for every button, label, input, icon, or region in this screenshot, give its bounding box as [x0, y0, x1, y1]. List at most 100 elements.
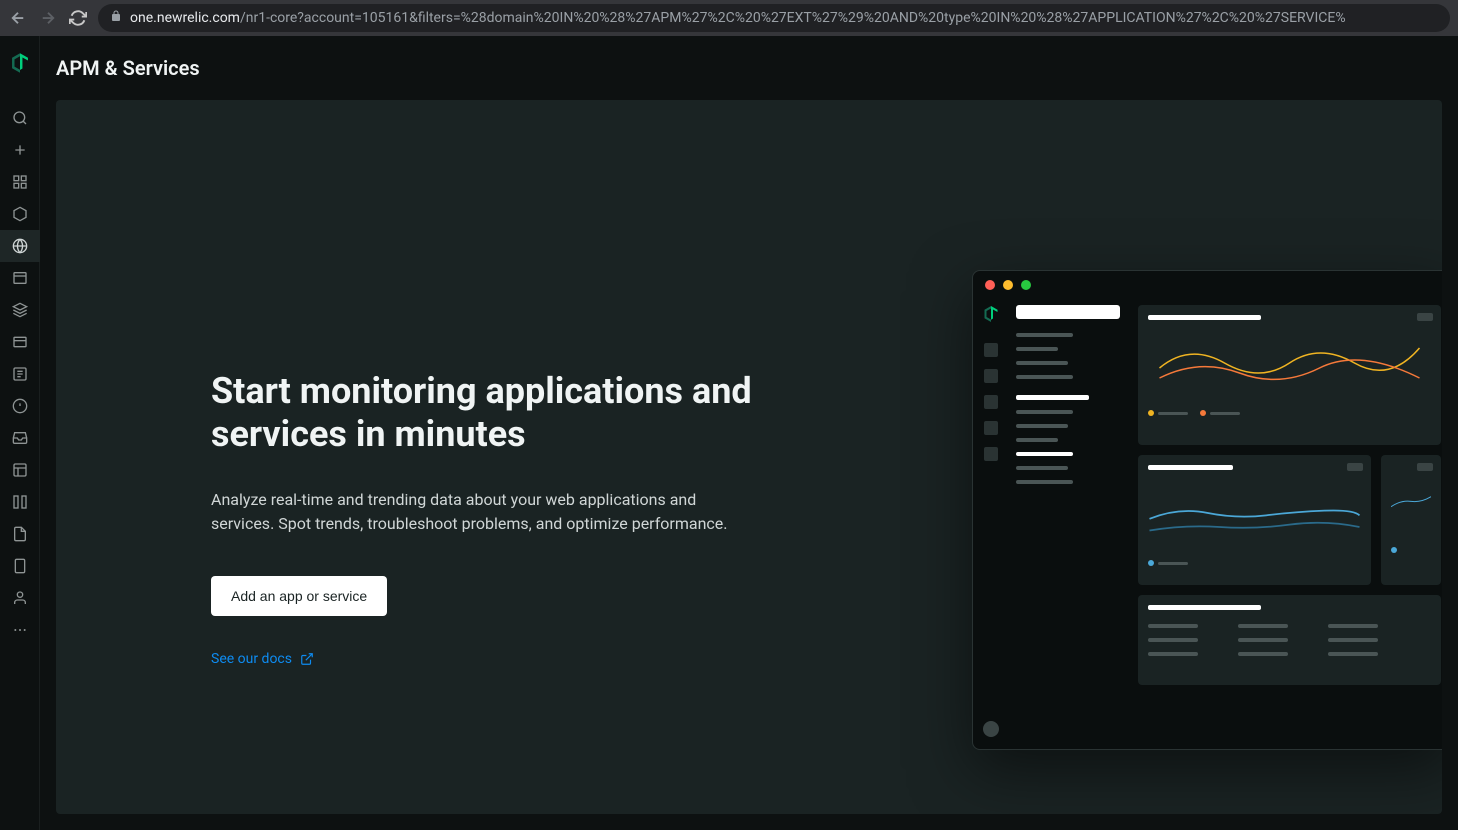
hero-section: Start monitoring applications and servic…: [56, 100, 756, 814]
mockup-data-cell: [1148, 638, 1198, 642]
mockup-data-cell: [1328, 624, 1378, 628]
traffic-light-green: [1021, 280, 1031, 290]
mockup-avatar: [983, 721, 999, 737]
reload-button[interactable]: [68, 8, 88, 28]
external-link-icon: [300, 652, 314, 666]
back-button[interactable]: [8, 8, 28, 28]
mockup-side-item: [984, 421, 998, 435]
mockup-line-chart-small: [1391, 465, 1431, 535]
mockup-card-tag: [1417, 463, 1433, 471]
mockup-card-title: [1148, 605, 1261, 610]
mockup-side-item: [984, 343, 998, 357]
mockup-line-chart: [1148, 478, 1361, 548]
all-capabilities-icon[interactable]: [0, 166, 40, 198]
mockup-data-cell: [1238, 624, 1288, 628]
mockup-nav-line: [1016, 424, 1068, 428]
browser-chrome: one.newrelic.com/nr1-core?account=105161…: [0, 0, 1458, 36]
mockup-nav-line: [1016, 375, 1073, 379]
entities-icon[interactable]: [0, 198, 40, 230]
alerts-icon[interactable]: [0, 390, 40, 422]
preview-mockup: [972, 270, 1442, 750]
page-title: APM & Services: [56, 56, 1442, 80]
legend-dot-yellow: [1148, 410, 1154, 416]
hero-description: Analyze real-time and trending data abou…: [211, 488, 756, 536]
mockup-nav-line: [1016, 480, 1073, 484]
mobile-icon[interactable]: [0, 550, 40, 582]
mockup-data-cell: [1238, 652, 1288, 656]
mockup-sidebar: [973, 299, 1008, 749]
add-app-button[interactable]: Add an app or service: [211, 576, 387, 616]
mockup-legend-label: [1158, 412, 1188, 415]
mockup-side-item: [984, 395, 998, 409]
mockup-section-header: [1016, 395, 1089, 400]
mockup-nav-line: [1016, 466, 1068, 470]
mockup-data-cell: [1238, 638, 1288, 642]
traces-icon[interactable]: [0, 486, 40, 518]
hero-title: Start monitoring applications and servic…: [211, 370, 756, 456]
mockup-chart-card: [1381, 455, 1441, 585]
mockup-side-item: [984, 369, 998, 383]
mockup-chart-card: [1138, 455, 1371, 585]
mockup-legend-item: [1148, 560, 1188, 566]
url-text: one.newrelic.com/nr1-core?account=105161…: [130, 10, 1346, 26]
mockup-data-cell: [1148, 652, 1198, 656]
dashboards-icon[interactable]: [0, 454, 40, 486]
legend-dot-blue: [1148, 560, 1154, 566]
mockup-card-tag: [1417, 313, 1433, 321]
mockup-legend-label: [1210, 412, 1240, 415]
mockup-legend-item: [1148, 410, 1188, 416]
mockup-wave-chart: [1148, 328, 1431, 398]
infrastructure-icon[interactable]: [0, 294, 40, 326]
mockup-data-cell: [1328, 652, 1378, 656]
mockup-card-tag: [1347, 463, 1363, 471]
mockup-body: [973, 299, 1442, 749]
mockup-charts: [1128, 299, 1442, 749]
mockup-titlebar: [973, 271, 1442, 299]
mockup-nav-column: [1008, 299, 1128, 749]
mockup-card-title: [1148, 465, 1233, 470]
mockup-nav-header: [1016, 305, 1120, 319]
sidebar: [0, 36, 40, 830]
inbox-icon[interactable]: [0, 422, 40, 454]
more-icon[interactable]: [0, 614, 40, 646]
mockup-data-cell: [1148, 624, 1198, 628]
traffic-light-red: [985, 280, 995, 290]
forward-button[interactable]: [38, 8, 58, 28]
kubernetes-icon[interactable]: [0, 326, 40, 358]
mockup-legend-label: [1158, 562, 1188, 565]
mockup-data-rows: [1148, 624, 1431, 656]
mockup-legend: [1391, 547, 1431, 553]
user-icon[interactable]: [0, 582, 40, 614]
search-icon[interactable]: [0, 102, 40, 134]
apm-icon[interactable]: [0, 230, 40, 262]
logs-icon[interactable]: [0, 358, 40, 390]
add-icon[interactable]: [0, 134, 40, 166]
newrelic-logo[interactable]: [10, 52, 30, 78]
synthetics-icon[interactable]: [0, 518, 40, 550]
mockup-data-row: [1148, 624, 1431, 628]
mockup-nav-line: [1016, 452, 1073, 456]
mockup-nav-line: [1016, 361, 1068, 365]
browser-nav-icon[interactable]: [0, 262, 40, 294]
legend-dot-blue: [1391, 547, 1397, 553]
traffic-light-yellow: [1003, 280, 1013, 290]
docs-link-label: See our docs: [211, 651, 292, 667]
lock-icon: [110, 10, 122, 26]
mockup-chart-row: [1138, 455, 1441, 585]
mockup-chart-card: [1138, 595, 1441, 685]
mockup-nav-line: [1016, 333, 1073, 337]
mockup-legend: [1148, 410, 1431, 416]
url-bar[interactable]: one.newrelic.com/nr1-core?account=105161…: [98, 4, 1450, 32]
mockup-nav-line: [1016, 438, 1058, 442]
mockup-nav-line: [1016, 347, 1058, 351]
mockup-side-item: [984, 447, 998, 461]
mockup-nav-line: [1016, 410, 1073, 414]
mockup-data-row: [1148, 652, 1431, 656]
legend-dot-orange: [1200, 410, 1206, 416]
docs-link[interactable]: See our docs: [211, 651, 314, 667]
mockup-legend: [1148, 560, 1361, 566]
mockup-data-row: [1148, 638, 1431, 642]
page-header: APM & Services: [40, 36, 1458, 100]
mockup-card-title: [1148, 315, 1261, 320]
main-content: APM & Services Start monitoring applicat…: [40, 36, 1458, 830]
